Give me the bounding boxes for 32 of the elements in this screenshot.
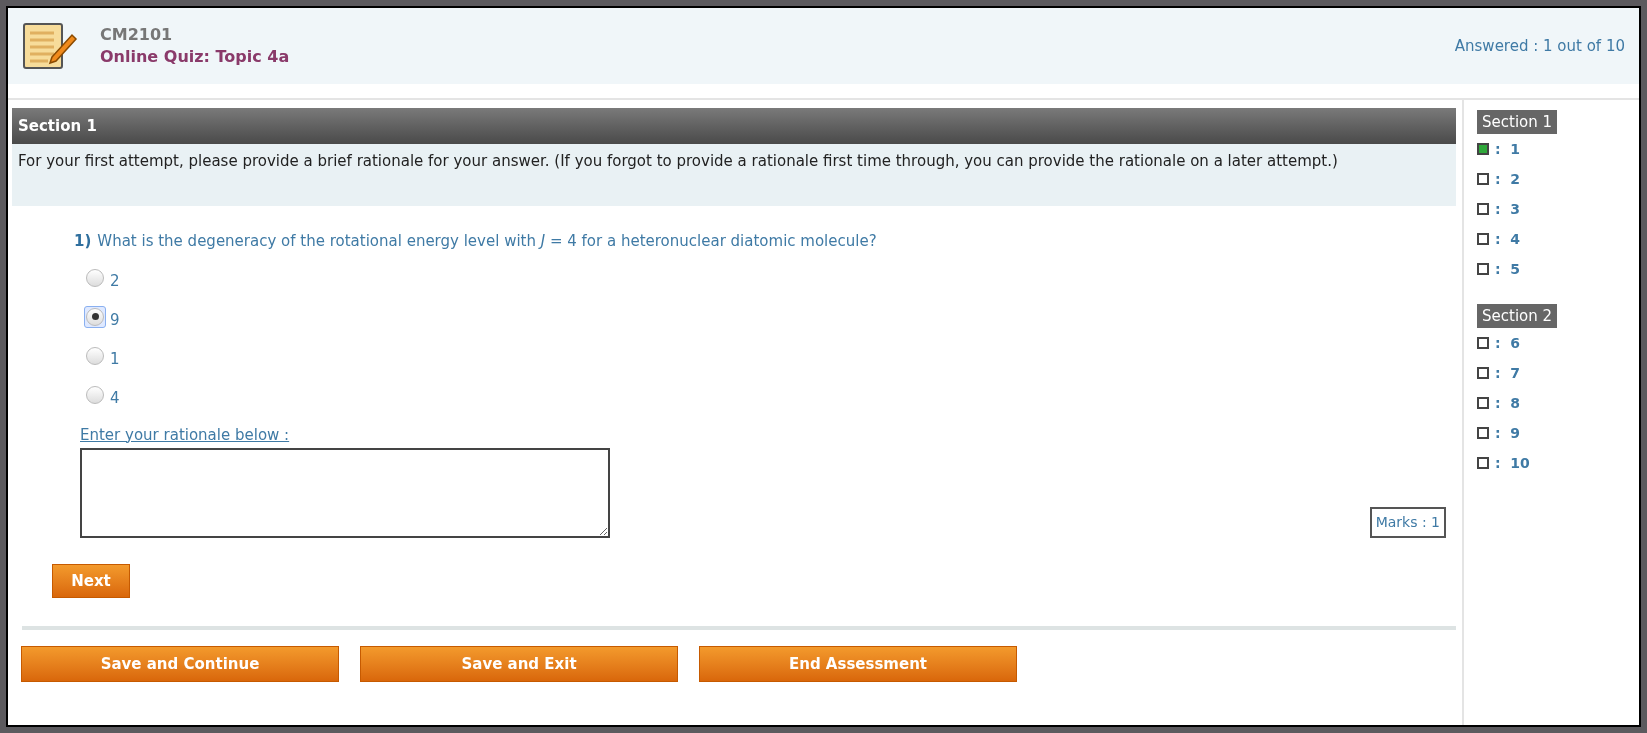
option-label: 4 [110, 389, 120, 406]
question-link[interactable]: : 4 [1495, 228, 1521, 250]
section-title: Section 1 [18, 115, 97, 137]
question-link[interactable]: : 1 [1495, 138, 1521, 160]
question-number: 1) [74, 231, 92, 252]
course-code: CM2101 [100, 24, 174, 46]
question-link[interactable]: : 2 [1495, 168, 1521, 190]
radio-button[interactable] [84, 305, 106, 328]
question-link[interactable]: : 9 [1495, 422, 1521, 444]
section-label: Section 1 [1477, 110, 1558, 134]
question-link[interactable]: : 10 [1495, 452, 1530, 474]
action-button[interactable]: Save and Continue [21, 646, 339, 682]
next-button[interactable]: Next [52, 564, 130, 598]
action-button[interactable]: End Assessment [699, 646, 1017, 682]
rationale-label: Enter your rationale below : [80, 424, 290, 446]
rationale-field[interactable] [80, 448, 610, 538]
question-text: What is the degeneracy of the rotational energy level with J = 4 for a heteronuclear diatomic molecule? [97, 231, 877, 252]
question-link[interactable]: : 7 [1495, 362, 1521, 384]
answered-count: Answered : 1 out of 10 [1454, 35, 1625, 57]
marks-label: Marks : 1 [1369, 507, 1446, 538]
option-label: 2 [110, 272, 120, 289]
question-link[interactable]: : 8 [1495, 392, 1521, 414]
notepad-pencil-icon [22, 21, 78, 71]
option-label: 1 [110, 350, 120, 367]
question-link[interactable]: : 5 [1495, 258, 1521, 280]
section-label: Section 2 [1477, 304, 1558, 328]
instructions-text: For your first attempt, please provide a brief rationale for your answer. (If you forgot to provide a rationale first time through, you can provide the rationale on a later attempt.) [18, 152, 1339, 170]
option-label: 9 [110, 311, 120, 328]
question-link[interactable]: : 3 [1495, 198, 1521, 220]
quiz-title: Online Quiz: Topic 4a [100, 46, 290, 68]
question-link[interactable]: : 6 [1495, 332, 1521, 354]
action-button[interactable]: Save and Exit [360, 646, 678, 682]
